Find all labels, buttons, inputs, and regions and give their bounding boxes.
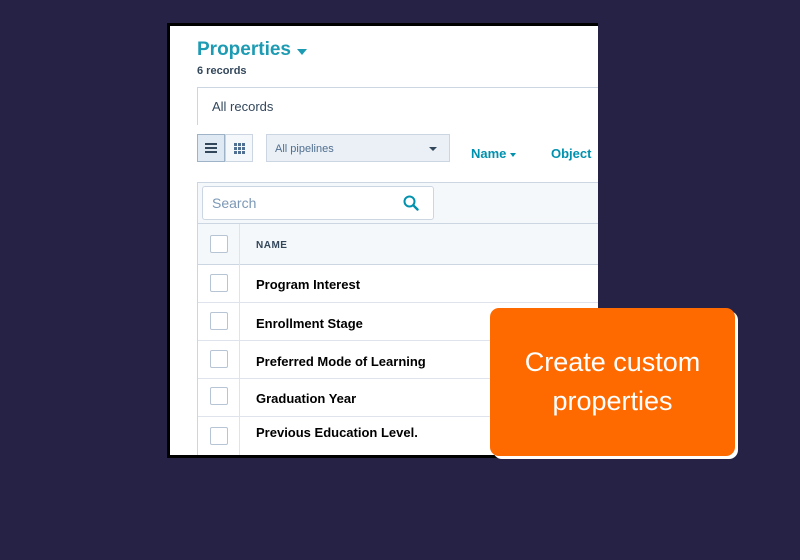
- caret-down-icon: [429, 147, 437, 151]
- column-divider: [239, 224, 240, 455]
- grid-view-button[interactable]: [225, 134, 253, 162]
- caret-down-icon[interactable]: [296, 48, 307, 55]
- column-header-name[interactable]: NAME: [256, 240, 287, 251]
- row-checkbox[interactable]: [210, 387, 228, 405]
- name-filter-label: Name: [471, 146, 507, 161]
- pipeline-select-value: All pipelines: [275, 143, 334, 155]
- row-name[interactable]: Graduation Year: [256, 391, 356, 406]
- search-icon[interactable]: [403, 195, 419, 211]
- callout-banner: Create custom properties: [490, 308, 735, 456]
- caret-down-icon: [510, 152, 517, 157]
- row-checkbox[interactable]: [210, 274, 228, 292]
- callout-text: Create custom properties: [524, 347, 701, 416]
- name-filter-button[interactable]: Name: [471, 146, 517, 161]
- row-name[interactable]: Preferred Mode of Learning: [256, 354, 426, 369]
- row-checkbox[interactable]: [210, 312, 228, 330]
- row-checkbox[interactable]: [210, 350, 228, 368]
- row-name[interactable]: Program Interest: [256, 277, 360, 292]
- search-input[interactable]: [202, 186, 434, 220]
- table-header-row: NAME: [198, 224, 598, 265]
- table-row[interactable]: Program Interest: [198, 265, 598, 303]
- object-filter-label: Object: [551, 146, 592, 161]
- pipeline-select[interactable]: All pipelines: [266, 134, 450, 162]
- object-filter-button[interactable]: Object: [551, 146, 591, 161]
- page-title-row[interactable]: Properties: [197, 39, 307, 61]
- table-search-bar: [198, 182, 598, 224]
- row-checkbox[interactable]: [210, 427, 228, 445]
- grid-icon: [233, 142, 245, 154]
- row-name[interactable]: Enrollment Stage: [256, 316, 363, 331]
- record-count: 6 records: [197, 65, 247, 77]
- select-all-checkbox[interactable]: [210, 235, 228, 253]
- page-title[interactable]: Properties: [197, 39, 291, 61]
- list-icon: [205, 143, 217, 153]
- view-toggle: [197, 134, 253, 162]
- tab-all-records[interactable]: All records: [197, 87, 598, 125]
- list-view-button[interactable]: [197, 134, 225, 162]
- row-name[interactable]: Previous Education Level.: [256, 425, 418, 440]
